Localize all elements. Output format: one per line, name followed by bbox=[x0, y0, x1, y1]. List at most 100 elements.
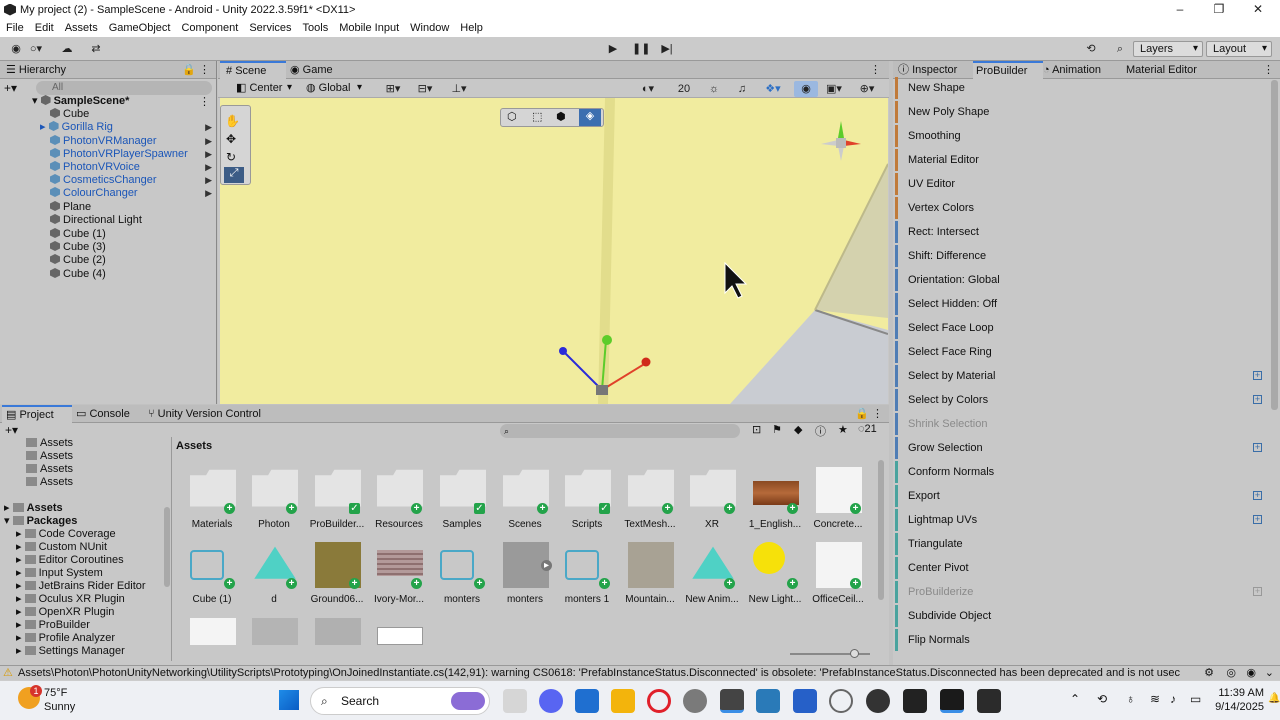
favorite-icon[interactable]: ★ bbox=[838, 423, 848, 436]
asset-folder[interactable]: + Resources bbox=[367, 467, 431, 533]
minimize-button[interactable]: – bbox=[1160, 0, 1200, 19]
pb-center-pivot[interactable]: Center Pivot bbox=[895, 557, 1270, 579]
asset-animation[interactable]: + d bbox=[242, 542, 306, 608]
hierarchy-item[interactable]: Cube (3) bbox=[50, 241, 106, 254]
clock-date[interactable]: 9/14/2025 bbox=[1212, 701, 1264, 713]
task-view-icon[interactable] bbox=[503, 689, 527, 713]
pb-triangulate[interactable]: Triangulate bbox=[895, 533, 1270, 555]
volume-icon[interactable]: ♪ bbox=[1170, 692, 1176, 706]
orientation-gizmo[interactable] bbox=[816, 116, 866, 166]
layers-dropdown[interactable]: Layers bbox=[1133, 41, 1203, 57]
hierarchy-item[interactable]: Plane bbox=[50, 201, 91, 214]
unity-icon[interactable] bbox=[903, 689, 927, 713]
clock-time[interactable]: 11:39 AM bbox=[1212, 687, 1264, 699]
account-icon[interactable]: ◉ bbox=[8, 41, 24, 57]
collab-status-icon[interactable]: ◉ bbox=[1242, 666, 1260, 680]
progress-icon[interactable]: ◎ bbox=[1222, 666, 1240, 680]
tree-item[interactable]: ▸ Input System bbox=[16, 567, 103, 580]
wifi-icon[interactable]: ≋ bbox=[1150, 692, 1160, 706]
pivot-dropdown[interactable]: ◧ Center bbox=[230, 81, 296, 97]
asset-prefab[interactable]: + monters 1 bbox=[555, 542, 619, 608]
hand-tool-icon[interactable]: ✋ bbox=[225, 114, 240, 128]
asset-material[interactable]: +1_English... bbox=[743, 467, 807, 533]
pb-select-hidden[interactable]: Select Hidden: Off bbox=[895, 293, 1270, 315]
asset-prefab[interactable]: + monters bbox=[430, 542, 494, 608]
lighting-icon[interactable]: ☼ bbox=[706, 81, 722, 97]
cloud-icon[interactable]: ☁ bbox=[58, 41, 76, 57]
asset-folder[interactable]: + Photon bbox=[242, 467, 306, 533]
hierarchy-item[interactable]: ColourChanger ▶ bbox=[50, 187, 215, 200]
tab-game[interactable]: ◉ Game bbox=[288, 61, 333, 79]
scene-viewport[interactable]: ✋ ✥ ↻ ⤢ ⬡ ⬚ ⬢ ◈ bbox=[220, 98, 888, 404]
hierarchy-item[interactable]: Cube (4) bbox=[50, 268, 106, 281]
pb-select-face-loop[interactable]: Select Face Loop bbox=[895, 317, 1270, 339]
github-icon[interactable] bbox=[866, 689, 890, 713]
lock-icon[interactable]: 🔒 bbox=[182, 61, 196, 79]
opera-icon[interactable] bbox=[647, 689, 671, 713]
notifications-icon[interactable]: 🔔 bbox=[1268, 693, 1280, 704]
cloud-sync-icon[interactable]: ○▾ bbox=[28, 41, 44, 57]
menu-tools[interactable]: Tools bbox=[303, 22, 329, 34]
layout-dropdown[interactable]: Layout bbox=[1206, 41, 1272, 57]
pb-select-by-material[interactable]: Select by Material + bbox=[895, 365, 1270, 387]
tab-version-control[interactable]: ⑂ Unity Version Control bbox=[148, 405, 261, 423]
hierarchy-item[interactable]: Cube (1) bbox=[50, 228, 106, 241]
asset-texture[interactable]: + Ivory-Mor... bbox=[367, 542, 431, 608]
asset-folder[interactable]: ✓ Scripts bbox=[555, 467, 619, 533]
tree-item[interactable]: Assets bbox=[26, 450, 73, 463]
roblox-icon[interactable] bbox=[940, 689, 964, 713]
asset-thumbnail[interactable] bbox=[252, 618, 298, 645]
hierarchy-item[interactable]: PhotonVRManager ▶ bbox=[50, 135, 215, 148]
asset-folder[interactable]: + XR bbox=[680, 467, 744, 533]
asset-thumbnail[interactable] bbox=[377, 627, 423, 645]
asset-folder[interactable]: ✓ ProBuilder... bbox=[305, 467, 369, 533]
pb-orientation[interactable]: Orientation: Global bbox=[895, 269, 1270, 291]
edge-mode-icon[interactable]: ⬢ bbox=[556, 110, 566, 123]
hierarchy-item[interactable]: PhotonVRVoice ▶ bbox=[50, 161, 215, 174]
tree-item[interactable]: ▸ Editor Coroutines bbox=[16, 554, 124, 567]
pb-lightmap-uvs[interactable]: Lightmap UVs + bbox=[895, 509, 1270, 531]
grid-snap-icon[interactable]: ⊞▾ bbox=[384, 81, 402, 97]
tree-item[interactable]: ▸ Oculus XR Plugin bbox=[16, 593, 125, 606]
visibility-icon[interactable]: ◉ bbox=[794, 81, 818, 97]
asset-thumbnail[interactable] bbox=[190, 618, 236, 645]
vertex-mode-icon[interactable]: ⬚ bbox=[532, 110, 542, 123]
app-icon[interactable] bbox=[793, 689, 817, 713]
asset-model[interactable]: ▸ monters bbox=[493, 542, 557, 608]
tree-item-packages[interactable]: ▾ Packages bbox=[4, 515, 77, 528]
pb-shift-difference[interactable]: Shift: Difference bbox=[895, 245, 1270, 267]
pb-grow-selection[interactable]: Grow Selection + bbox=[895, 437, 1270, 459]
pb-flip-normals[interactable]: Flip Normals bbox=[895, 629, 1270, 651]
tree-item[interactable]: Assets bbox=[26, 476, 73, 489]
hierarchy-tab[interactable]: Hierarchy bbox=[19, 64, 66, 76]
menu-assets[interactable]: Assets bbox=[65, 22, 98, 34]
asset-folder[interactable]: ✓ Samples bbox=[430, 467, 494, 533]
asset-prefab[interactable]: + Cube (1) bbox=[180, 542, 244, 608]
hierarchy-item[interactable]: Cube (2) bbox=[50, 254, 106, 267]
object-mode-icon[interactable]: ⬡ bbox=[507, 110, 517, 123]
more-options-icon[interactable]: ⋮ bbox=[199, 61, 210, 79]
effects-icon[interactable]: ❖▾ bbox=[760, 81, 786, 97]
scene-root-item[interactable]: ▾ SampleScene* bbox=[32, 95, 129, 108]
tab-console[interactable]: ▭ Console bbox=[76, 405, 130, 423]
asset-folder[interactable]: + Materials bbox=[180, 467, 244, 533]
taskbar-search[interactable]: ⌕ Search bbox=[310, 687, 490, 715]
notification-icon[interactable]: ⌄ bbox=[1260, 666, 1278, 680]
tree-item[interactable]: ▸ Profile Analyzer bbox=[16, 632, 115, 645]
asset-texture[interactable]: Mountain... bbox=[618, 542, 682, 608]
asset-thumbnail[interactable] bbox=[315, 618, 361, 645]
snap-increment-icon[interactable]: ⊥▾ bbox=[450, 81, 468, 97]
pb-material-editor[interactable]: Material Editor bbox=[895, 149, 1270, 171]
menu-help[interactable]: Help bbox=[460, 22, 483, 34]
collab-icon[interactable]: ⇄ bbox=[88, 41, 104, 57]
draw-mode-icon[interactable]: ◐▾ bbox=[638, 81, 658, 97]
search-icon[interactable]: ⌕ bbox=[1112, 41, 1128, 57]
camera-icon[interactable]: ▣▾ bbox=[824, 81, 844, 97]
hierarchy-item[interactable]: PhotonVRPlayerSpawner ▶ bbox=[50, 148, 215, 161]
plus-icon[interactable]: + bbox=[1253, 491, 1262, 500]
step-button[interactable]: ▶| bbox=[659, 41, 675, 57]
tree-scrollbar[interactable] bbox=[164, 507, 170, 587]
plus-icon[interactable]: + bbox=[1253, 395, 1262, 404]
browser-icon[interactable] bbox=[829, 689, 853, 713]
tree-item[interactable]: ▸ Custom NUnit bbox=[16, 541, 107, 554]
